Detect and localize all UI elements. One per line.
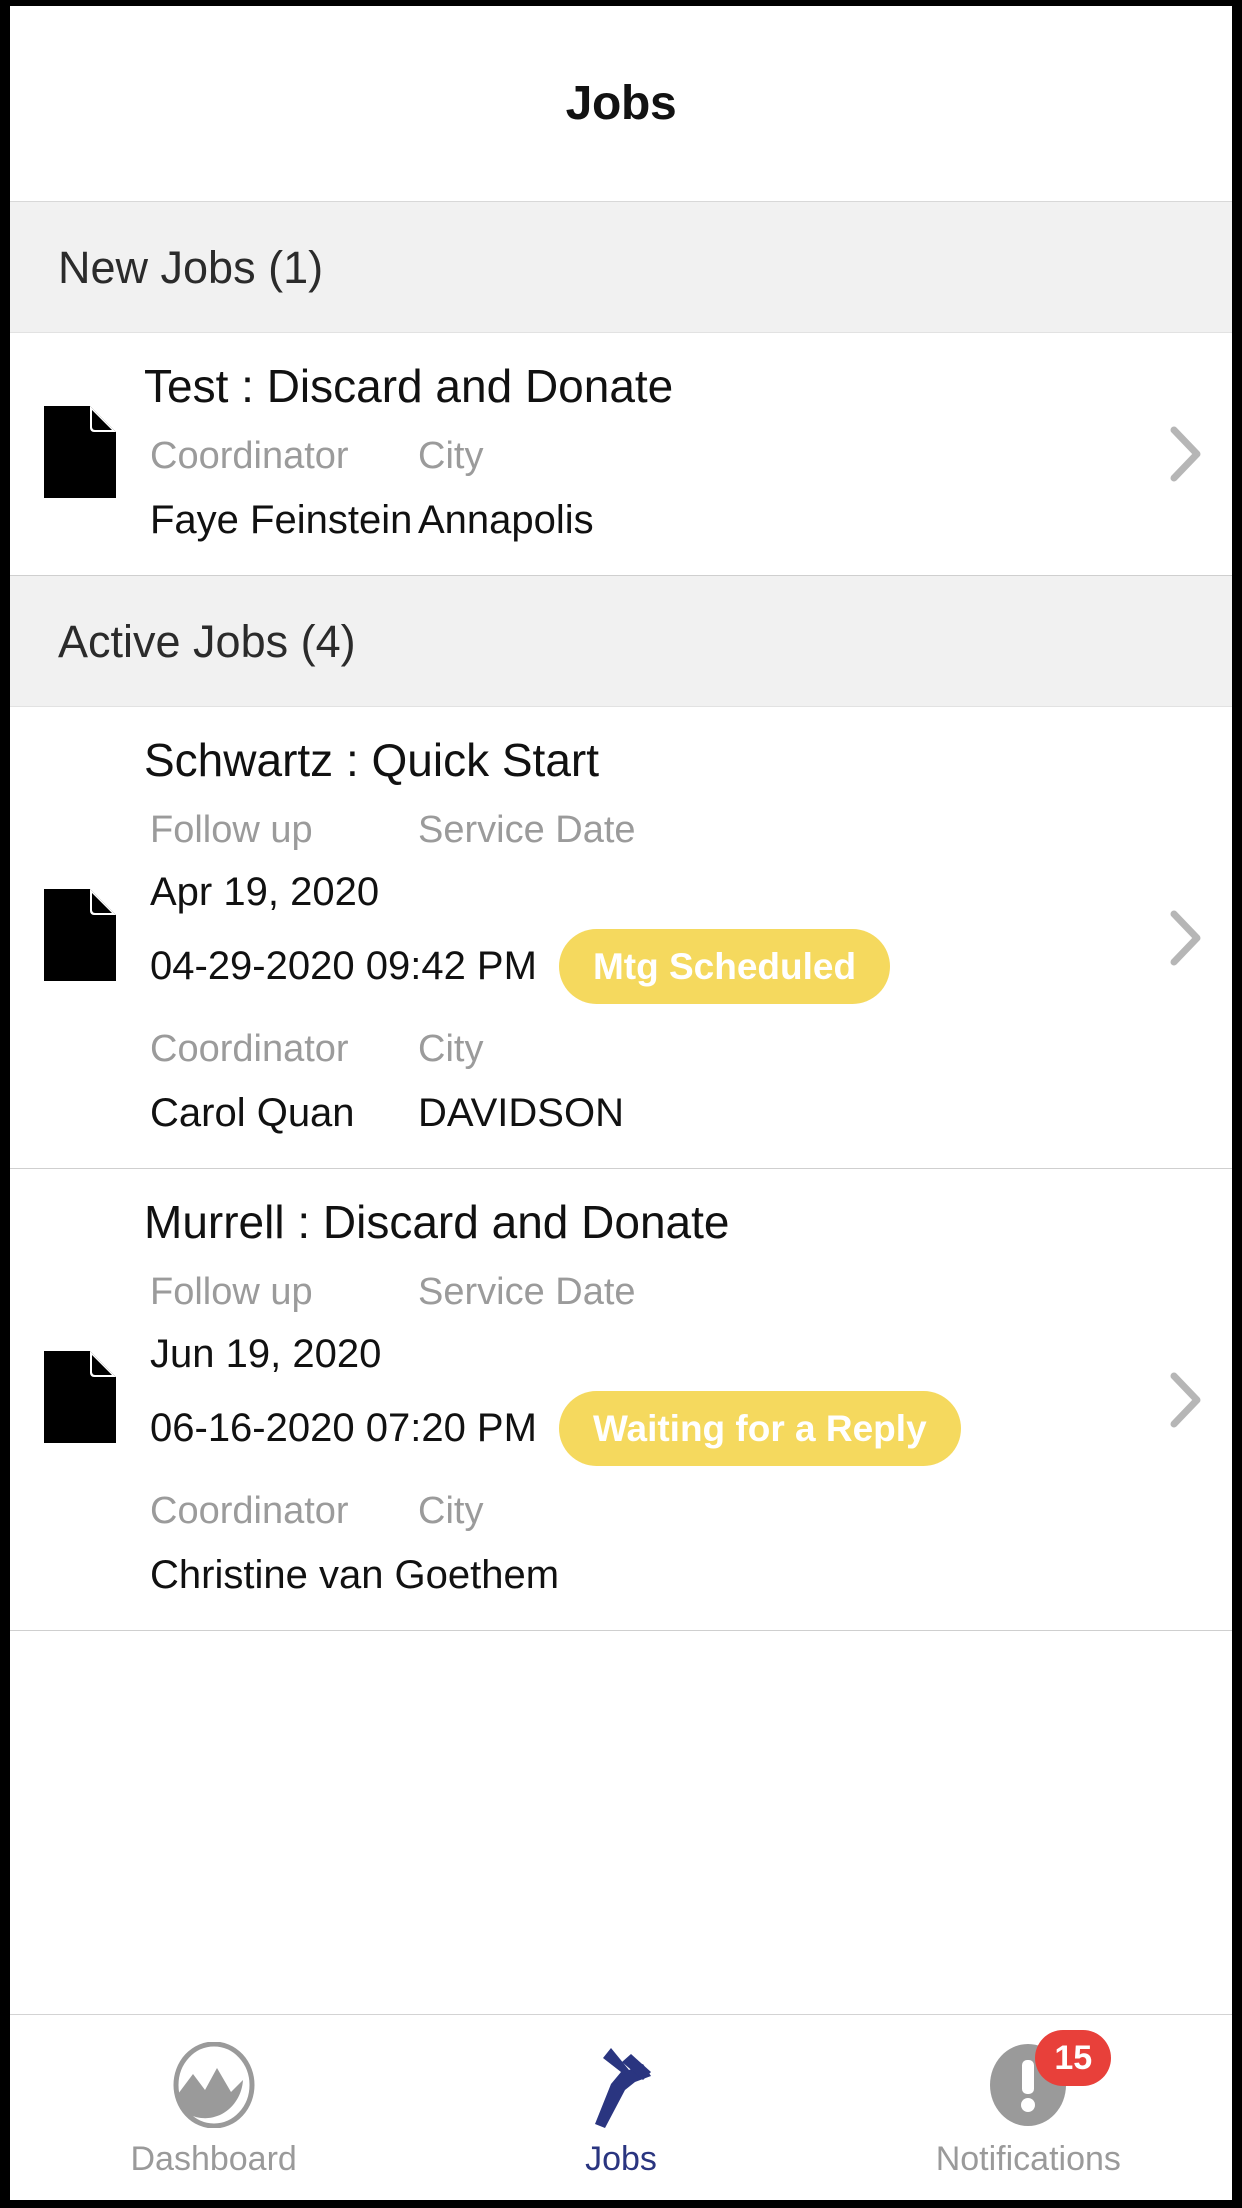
section-header-new-jobs: New Jobs (1) — [10, 202, 1232, 333]
document-icon — [44, 889, 116, 986]
coordinator-label: Coordinator — [150, 435, 349, 477]
status-badge[interactable]: Waiting for a Reply — [558, 1391, 961, 1466]
followup-label: Follow up — [150, 1271, 313, 1313]
hammer-icon-wrap — [581, 2044, 661, 2130]
coordinator-value: Faye Feinstein — [150, 498, 413, 542]
chevron-right-icon[interactable] — [1166, 910, 1206, 966]
coordinator-label: Coordinator — [150, 1028, 349, 1070]
bottom-tab-bar: Dashboard Jobs 15 Notifications — [10, 2014, 1232, 2200]
job-title: Schwartz : Quick Start — [144, 734, 600, 786]
coordinator-label: Coordinator — [150, 1490, 349, 1532]
app-screen: Jobs New Jobs (1) Test: Discard and Don… — [10, 6, 1232, 2200]
job-meta-grid: Coordinator City Faye Feinstein Annapoli… — [150, 429, 1214, 549]
city-value: DAVIDSON — [418, 1091, 624, 1135]
city-label: City — [418, 1490, 484, 1532]
document-icon — [44, 1351, 116, 1448]
job-date-grid: Follow up Service Date — [150, 1265, 1214, 1324]
job-meta-grid: Coordinator City Christine van Goethem — [150, 1484, 1214, 1604]
page-title: Jobs — [565, 77, 677, 130]
job-body: Murrell : Discard and Donate Follow up S… — [144, 1195, 1232, 1604]
city-value: Annapolis — [418, 498, 594, 542]
chevron-right-icon[interactable] — [1166, 426, 1206, 482]
job-card[interactable]: Murrell : Discard and Donate Follow up S… — [10, 1169, 1232, 1631]
service-date-value: 04-29-2020 09:42 PM — [150, 944, 537, 988]
city-label: City — [418, 435, 484, 477]
job-body: Schwartz : Quick Start Follow up Service… — [144, 733, 1232, 1142]
job-card[interactable]: Schwartz : Quick Start Follow up Service… — [10, 707, 1232, 1169]
section-header-active-jobs: Active Jobs (4) — [10, 576, 1232, 707]
service-date-label: Service Date — [418, 1271, 636, 1313]
alert-icon-wrap: 15 — [987, 2030, 1112, 2130]
hammer-icon — [581, 2042, 661, 2133]
tab-notifications[interactable]: 15 Notifications — [825, 2015, 1232, 2200]
job-icon-column — [10, 889, 150, 986]
service-date-label: Service Date — [418, 809, 636, 851]
service-date-row: 06-16-2020 07:20 PM Waiting for a Reply — [150, 1391, 1214, 1466]
phone-frame: Jobs New Jobs (1) Test: Discard and Don… — [0, 0, 1242, 2208]
tab-label: Dashboard — [130, 2140, 297, 2178]
city-label: City — [418, 1028, 484, 1070]
chevron-right-icon[interactable] — [1166, 1372, 1206, 1428]
dashboard-icon — [173, 2041, 255, 2133]
tab-dashboard[interactable]: Dashboard — [10, 2015, 417, 2200]
job-icon-column — [10, 1351, 150, 1448]
job-card[interactable]: Test : Discard and Donate Coordinator Ci… — [10, 333, 1232, 576]
section-title: New Jobs (1) — [58, 242, 324, 293]
notification-count-badge: 15 — [1035, 2030, 1112, 2086]
app-header: Jobs — [10, 6, 1232, 202]
document-icon — [44, 405, 116, 503]
job-date-grid: Follow up Service Date — [150, 803, 1214, 862]
followup-date-value: Apr 19, 2020 — [150, 870, 380, 914]
job-title: Murrell : Discard and Donate — [144, 1196, 730, 1248]
job-body: Test : Discard and Donate Coordinator Ci… — [144, 359, 1232, 549]
followup-label: Follow up — [150, 809, 313, 851]
service-date-row: 04-29-2020 09:42 PM Mtg Scheduled — [150, 929, 1214, 1004]
dashboard-icon-wrap — [173, 2041, 255, 2133]
coordinator-value: Christine van Goethem — [150, 1553, 560, 1597]
tab-jobs[interactable]: Jobs — [417, 2015, 824, 2200]
coordinator-value: Carol Quan — [150, 1091, 355, 1135]
tab-label: Jobs — [585, 2140, 657, 2178]
job-meta-grid: Coordinator City Carol Quan DAVIDSON — [150, 1022, 1214, 1142]
service-date-value: 06-16-2020 07:20 PM — [150, 1406, 537, 1450]
section-title: Active Jobs (4) — [58, 616, 356, 667]
followup-date-value: Jun 19, 2020 — [150, 1332, 382, 1376]
job-icon-column — [10, 405, 150, 503]
job-title: Test : Discard and Donate — [144, 360, 674, 412]
status-badge[interactable]: Mtg Scheduled — [558, 929, 891, 1004]
tab-label: Notifications — [935, 2140, 1121, 2178]
jobs-list[interactable]: New Jobs (1) Test : Discard and Donate C… — [10, 202, 1232, 2014]
